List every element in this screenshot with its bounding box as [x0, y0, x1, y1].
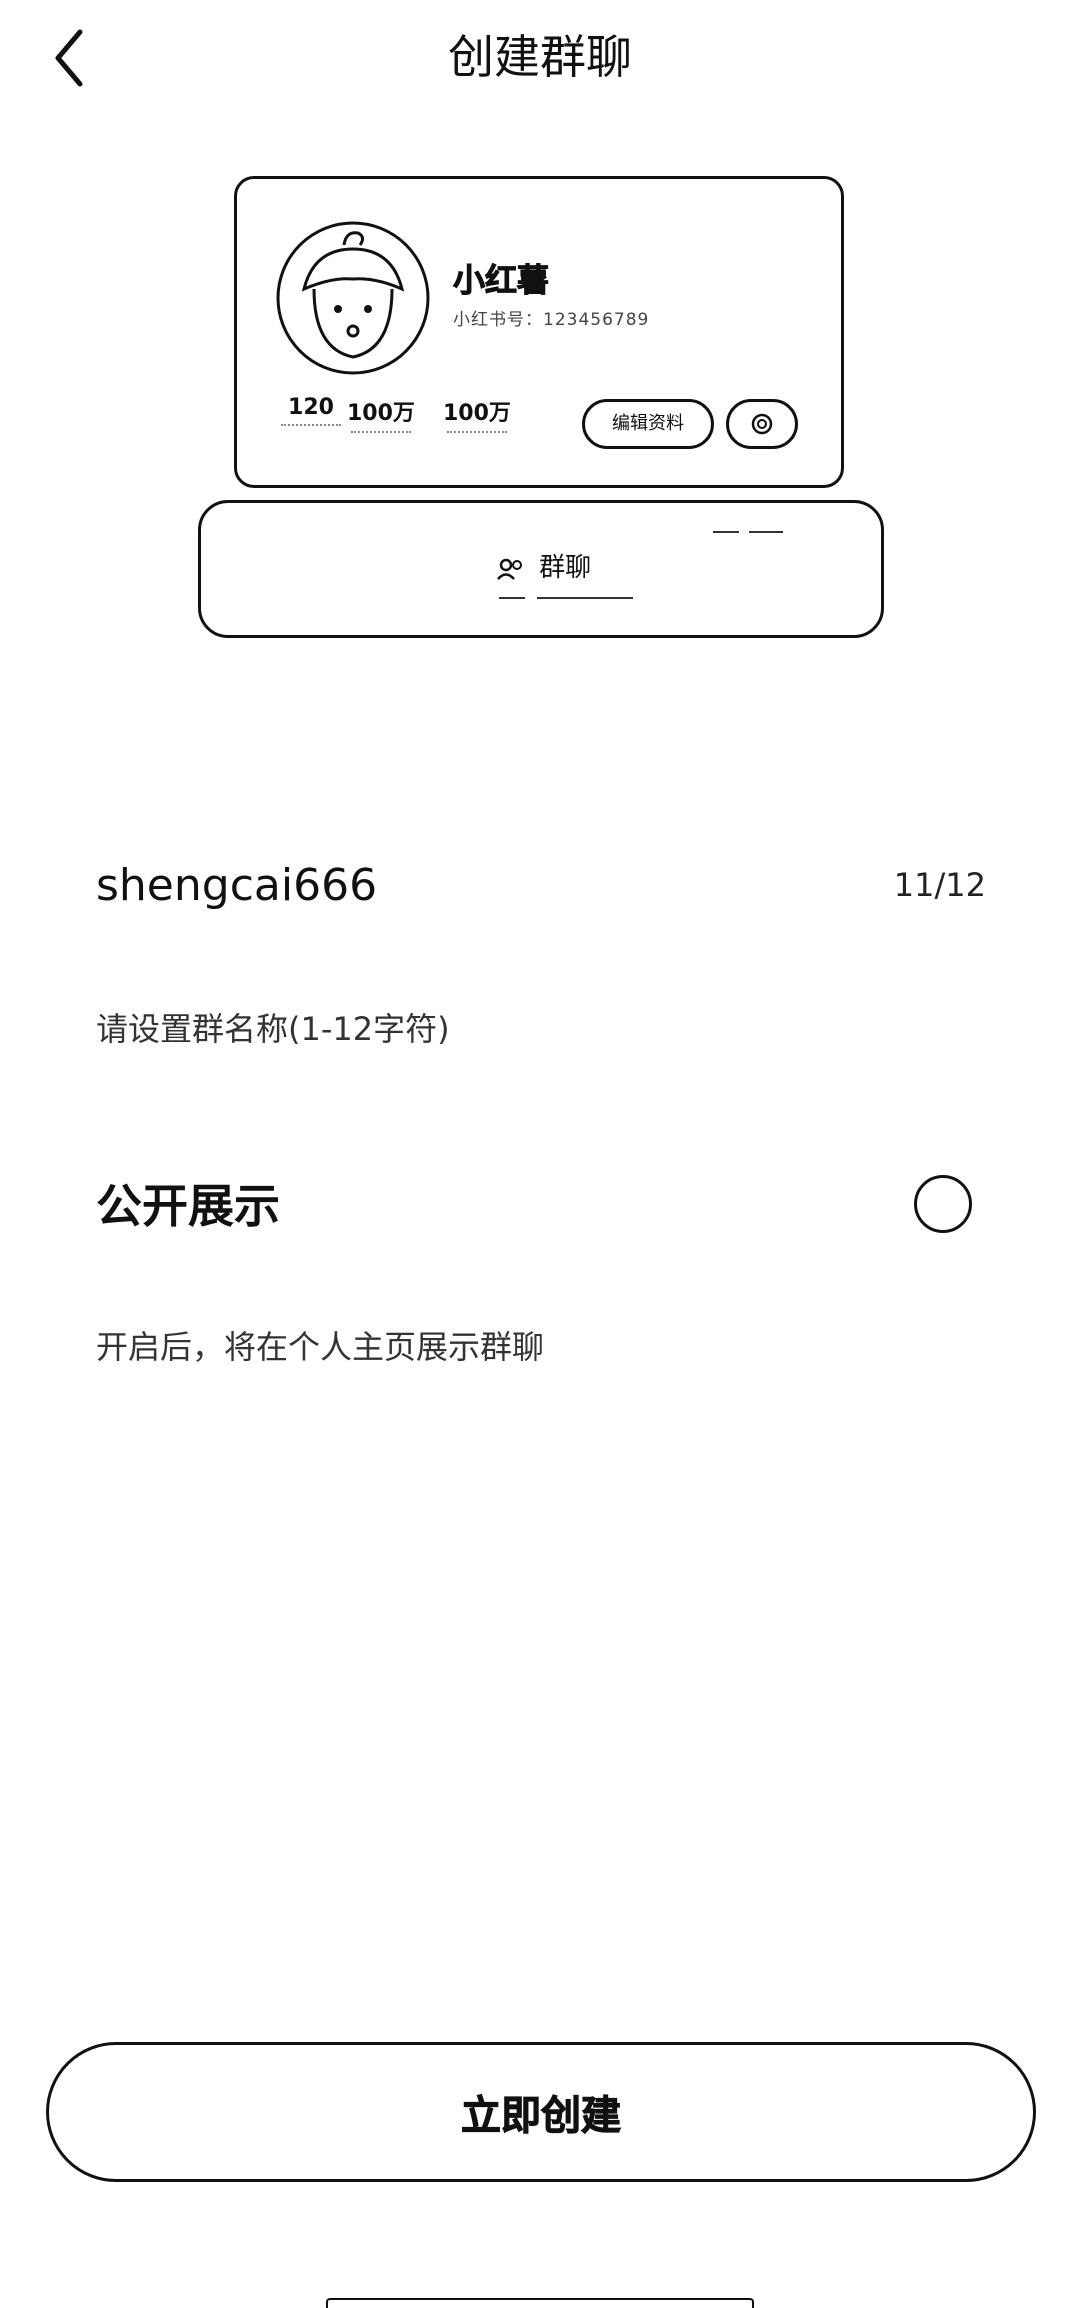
stat-item: 100万	[347, 395, 415, 437]
stat-item: 120	[281, 395, 341, 430]
group-tab-label: 群聊	[539, 553, 592, 583]
profile-id: 小红书号：123456789	[453, 310, 650, 330]
decorative-line	[713, 531, 739, 533]
stat-value: 100万	[347, 401, 415, 426]
public-display-toggle[interactable]	[914, 1175, 972, 1233]
stat-label-placeholder	[446, 431, 507, 437]
public-display-description: 开启后，将在个人主页展示群聊	[96, 1328, 545, 1366]
stat-value: 120	[288, 395, 334, 420]
group-tab: 群聊	[201, 547, 887, 584]
stat-item: 100万	[443, 395, 511, 437]
stat-label-placeholder	[281, 424, 341, 430]
profile-name: 小红薯	[452, 261, 550, 300]
decorative-line	[749, 531, 783, 533]
group-name-input[interactable]	[96, 850, 796, 920]
group-icon	[496, 558, 522, 580]
avatar	[276, 221, 430, 375]
gear-icon	[751, 413, 773, 435]
group-tab-panel: 群聊	[198, 500, 884, 638]
create-group-button[interactable]: 立即创建	[46, 2042, 1036, 2182]
settings-button	[726, 399, 798, 449]
stat-value: 100万	[443, 401, 511, 426]
profile-preview-illustration: 小红薯 小红书号：123456789 120 100万 100万 编辑资料 群聊	[198, 174, 884, 644]
home-indicator[interactable]	[326, 2298, 754, 2308]
profile-card: 小红薯 小红书号：123456789 120 100万 100万 编辑资料	[234, 176, 844, 488]
group-name-hint: 请设置群名称(1-12字符)	[96, 1010, 450, 1048]
tab-underline	[499, 597, 525, 599]
page-title: 创建群聊	[448, 30, 632, 84]
edit-profile-button: 编辑资料	[582, 399, 714, 449]
stat-label-placeholder	[350, 431, 411, 437]
public-display-label: 公开展示	[96, 1179, 280, 1233]
char-counter: 11/12	[893, 866, 986, 904]
tab-underline	[537, 597, 633, 599]
